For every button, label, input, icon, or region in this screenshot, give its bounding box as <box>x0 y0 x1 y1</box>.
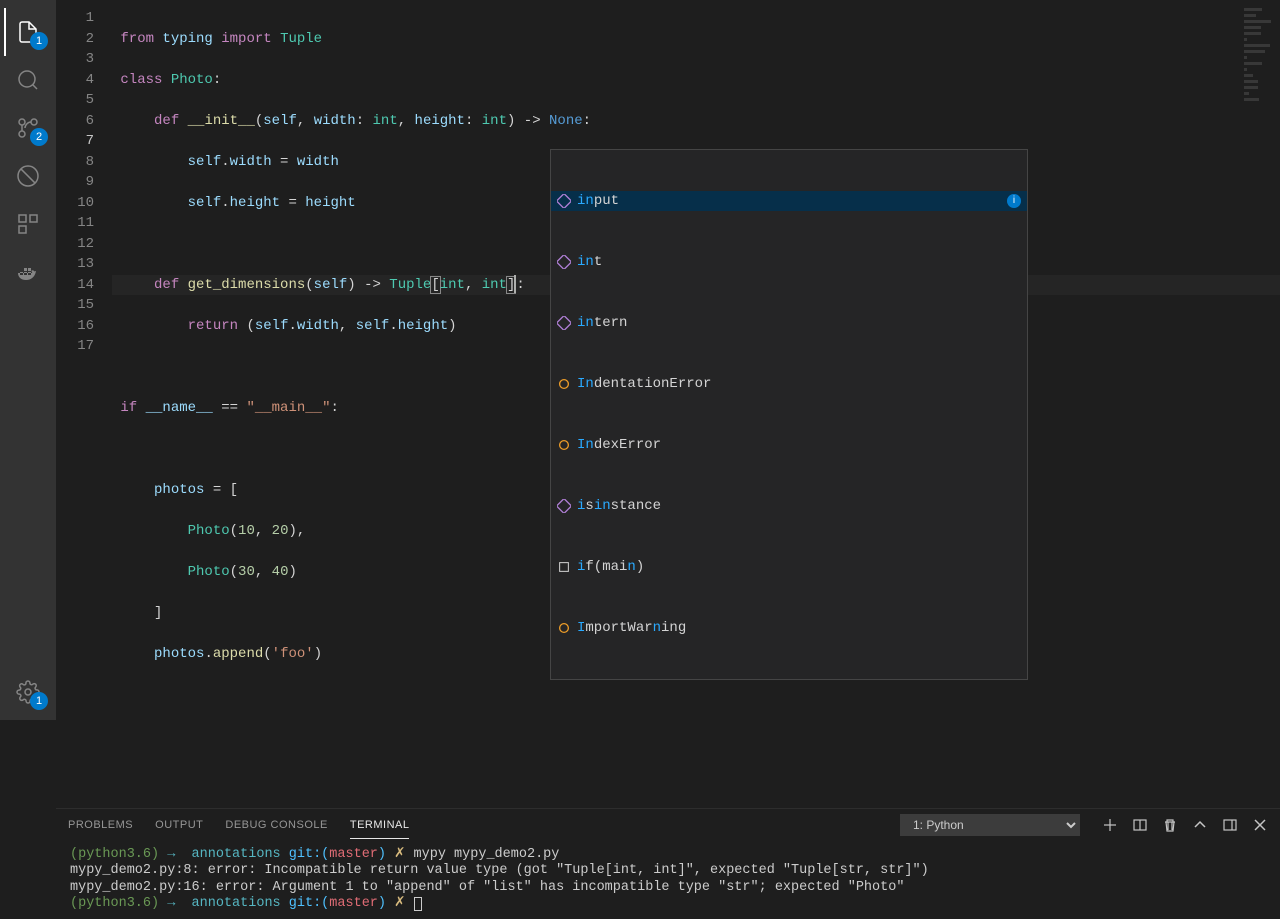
terminal-select[interactable]: 1: Python <box>900 814 1080 836</box>
gear-badge: 1 <box>30 692 48 710</box>
autocomplete-item[interactable]: int <box>551 252 1027 272</box>
class-icon <box>557 377 571 391</box>
debug-icon[interactable] <box>4 152 52 200</box>
tab-terminal[interactable]: TERMINAL <box>350 819 410 831</box>
autocomplete-item[interactable]: intern <box>551 313 1027 333</box>
class-icon <box>557 438 571 452</box>
minimap[interactable] <box>1244 8 1274 158</box>
maximize-panel-icon[interactable] <box>1222 817 1238 833</box>
main-area: 1234 5678 9101112 13141516 17 from typin… <box>56 0 1280 720</box>
code-line: from typing import Tuple <box>112 29 1280 50</box>
autocomplete-label: IndexError <box>577 435 661 456</box>
method-icon <box>557 499 571 513</box>
autocomplete-label: if(main) <box>577 557 644 578</box>
autocomplete-item[interactable]: isinstance <box>551 496 1027 516</box>
terminal-error-line: mypy_demo2.py:8: error: Incompatible ret… <box>70 863 929 878</box>
autocomplete-label: input <box>577 191 619 212</box>
class-icon <box>557 255 571 269</box>
autocomplete-label: int <box>577 252 602 273</box>
method-icon <box>557 316 571 330</box>
kill-terminal-icon[interactable] <box>1162 817 1178 833</box>
panel-tabs: PROBLEMS OUTPUT DEBUG CONSOLE TERMINAL 1… <box>56 809 1280 841</box>
chevron-up-icon[interactable] <box>1192 817 1208 833</box>
search-icon[interactable] <box>4 56 52 104</box>
explorer-icon[interactable]: 1 <box>4 8 52 56</box>
autocomplete-label: intern <box>577 313 627 334</box>
autocomplete-item[interactable]: ImportWarning <box>551 618 1027 638</box>
panel-actions <box>1102 817 1268 833</box>
snippet-icon <box>557 560 571 574</box>
terminal-error-line: mypy_demo2.py:16: error: Argument 1 to "… <box>70 880 904 895</box>
scm-icon[interactable]: 2 <box>4 104 52 152</box>
code-content[interactable]: from typing import Tuple class Photo: de… <box>112 0 1280 808</box>
activity-bar: 1 2 1 <box>0 0 56 720</box>
code-line: class Photo: <box>112 70 1280 91</box>
tab-problems[interactable]: PROBLEMS <box>68 819 133 831</box>
tab-output[interactable]: OUTPUT <box>155 819 203 831</box>
code-line: def __init__(self, width: int, height: i… <box>112 111 1280 132</box>
bottom-panel: PROBLEMS OUTPUT DEBUG CONSOLE TERMINAL 1… <box>56 808 1280 919</box>
autocomplete-label: isinstance <box>577 496 661 517</box>
autocomplete-popup[interactable]: input i int intern IndentationError <box>550 149 1028 680</box>
class-icon <box>557 621 571 635</box>
autocomplete-item[interactable]: input i <box>551 191 1027 211</box>
close-panel-icon[interactable] <box>1252 817 1268 833</box>
method-icon <box>557 194 571 208</box>
autocomplete-item[interactable]: IndentationError <box>551 374 1027 394</box>
autocomplete-label: ImportWarning <box>577 618 686 639</box>
docker-icon[interactable] <box>4 248 52 296</box>
editor-area[interactable]: 1234 5678 9101112 13141516 17 from typin… <box>56 0 1280 808</box>
autocomplete-label: IndentationError <box>577 374 711 395</box>
scm-badge: 2 <box>30 128 48 146</box>
new-terminal-icon[interactable] <box>1102 817 1118 833</box>
info-icon[interactable]: i <box>1007 194 1021 208</box>
line-gutter: 1234 5678 9101112 13141516 17 <box>56 0 112 808</box>
terminal-cursor <box>414 897 422 911</box>
explorer-badge: 1 <box>30 32 48 50</box>
code-line <box>112 685 1280 706</box>
terminal-output[interactable]: (python3.6) → annotations git:(master) ✗… <box>56 841 1280 919</box>
autocomplete-item[interactable]: if(main) <box>551 557 1027 577</box>
extensions-icon[interactable] <box>4 200 52 248</box>
settings-gear-icon[interactable]: 1 <box>4 668 52 716</box>
autocomplete-item[interactable]: IndexError <box>551 435 1027 455</box>
split-terminal-icon[interactable] <box>1132 817 1148 833</box>
tab-debug-console[interactable]: DEBUG CONSOLE <box>225 819 327 831</box>
